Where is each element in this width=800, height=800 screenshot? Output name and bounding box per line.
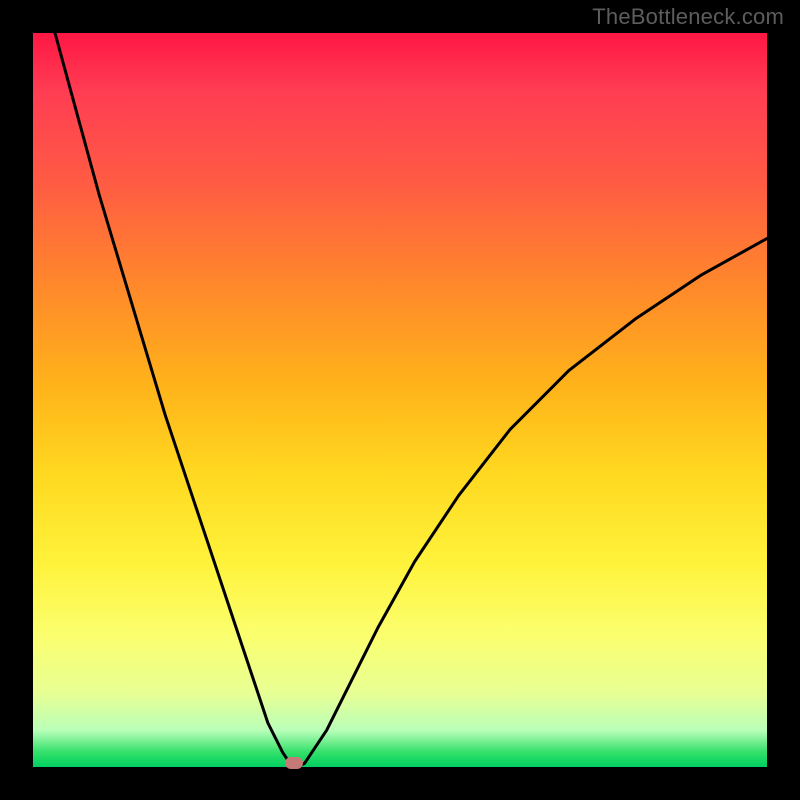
watermark-text: TheBottleneck.com <box>592 4 784 30</box>
plot-area <box>33 33 767 767</box>
curve-svg <box>33 33 767 767</box>
optimum-marker <box>285 757 303 769</box>
chart-frame: TheBottleneck.com <box>0 0 800 800</box>
bottleneck-curve <box>55 33 767 767</box>
